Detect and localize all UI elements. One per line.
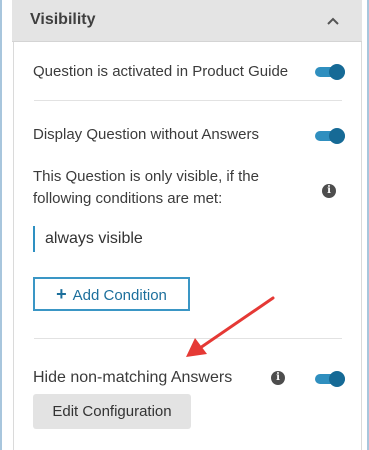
info-icon[interactable] xyxy=(271,371,285,385)
edit-configuration-button[interactable]: Edit Configuration xyxy=(33,394,191,429)
display-without-answers-toggle[interactable] xyxy=(315,128,345,144)
hide-nonmatching-toggle[interactable] xyxy=(315,371,345,387)
toggle-knob xyxy=(329,64,345,80)
activated-toggle[interactable] xyxy=(315,64,345,80)
visibility-panel: Visibility Question is activated in Prod… xyxy=(0,0,369,450)
toggle-knob xyxy=(329,371,345,387)
panel-title: Visibility xyxy=(30,11,96,28)
divider xyxy=(34,338,342,339)
panel-body: Question is activated in Product Guide D… xyxy=(13,42,362,450)
divider xyxy=(34,100,342,101)
activated-label: Question is activated in Product Guide xyxy=(33,63,289,80)
toggle-knob xyxy=(329,128,345,144)
visibility-note: This Question is only visible, if the fo… xyxy=(33,168,259,207)
condition-tag: always visible xyxy=(33,226,143,252)
info-icon[interactable] xyxy=(322,184,336,198)
chevron-up-icon[interactable] xyxy=(326,14,340,28)
add-condition-button[interactable]: + Add Condition xyxy=(33,277,190,311)
panel-header[interactable]: Visibility xyxy=(12,0,362,42)
plus-icon: + xyxy=(56,284,67,304)
add-condition-label: Add Condition xyxy=(72,287,167,304)
hide-nonmatching-label: Hide non-matching Answers xyxy=(33,369,233,386)
display-without-answers-label: Display Question without Answers xyxy=(33,126,259,143)
